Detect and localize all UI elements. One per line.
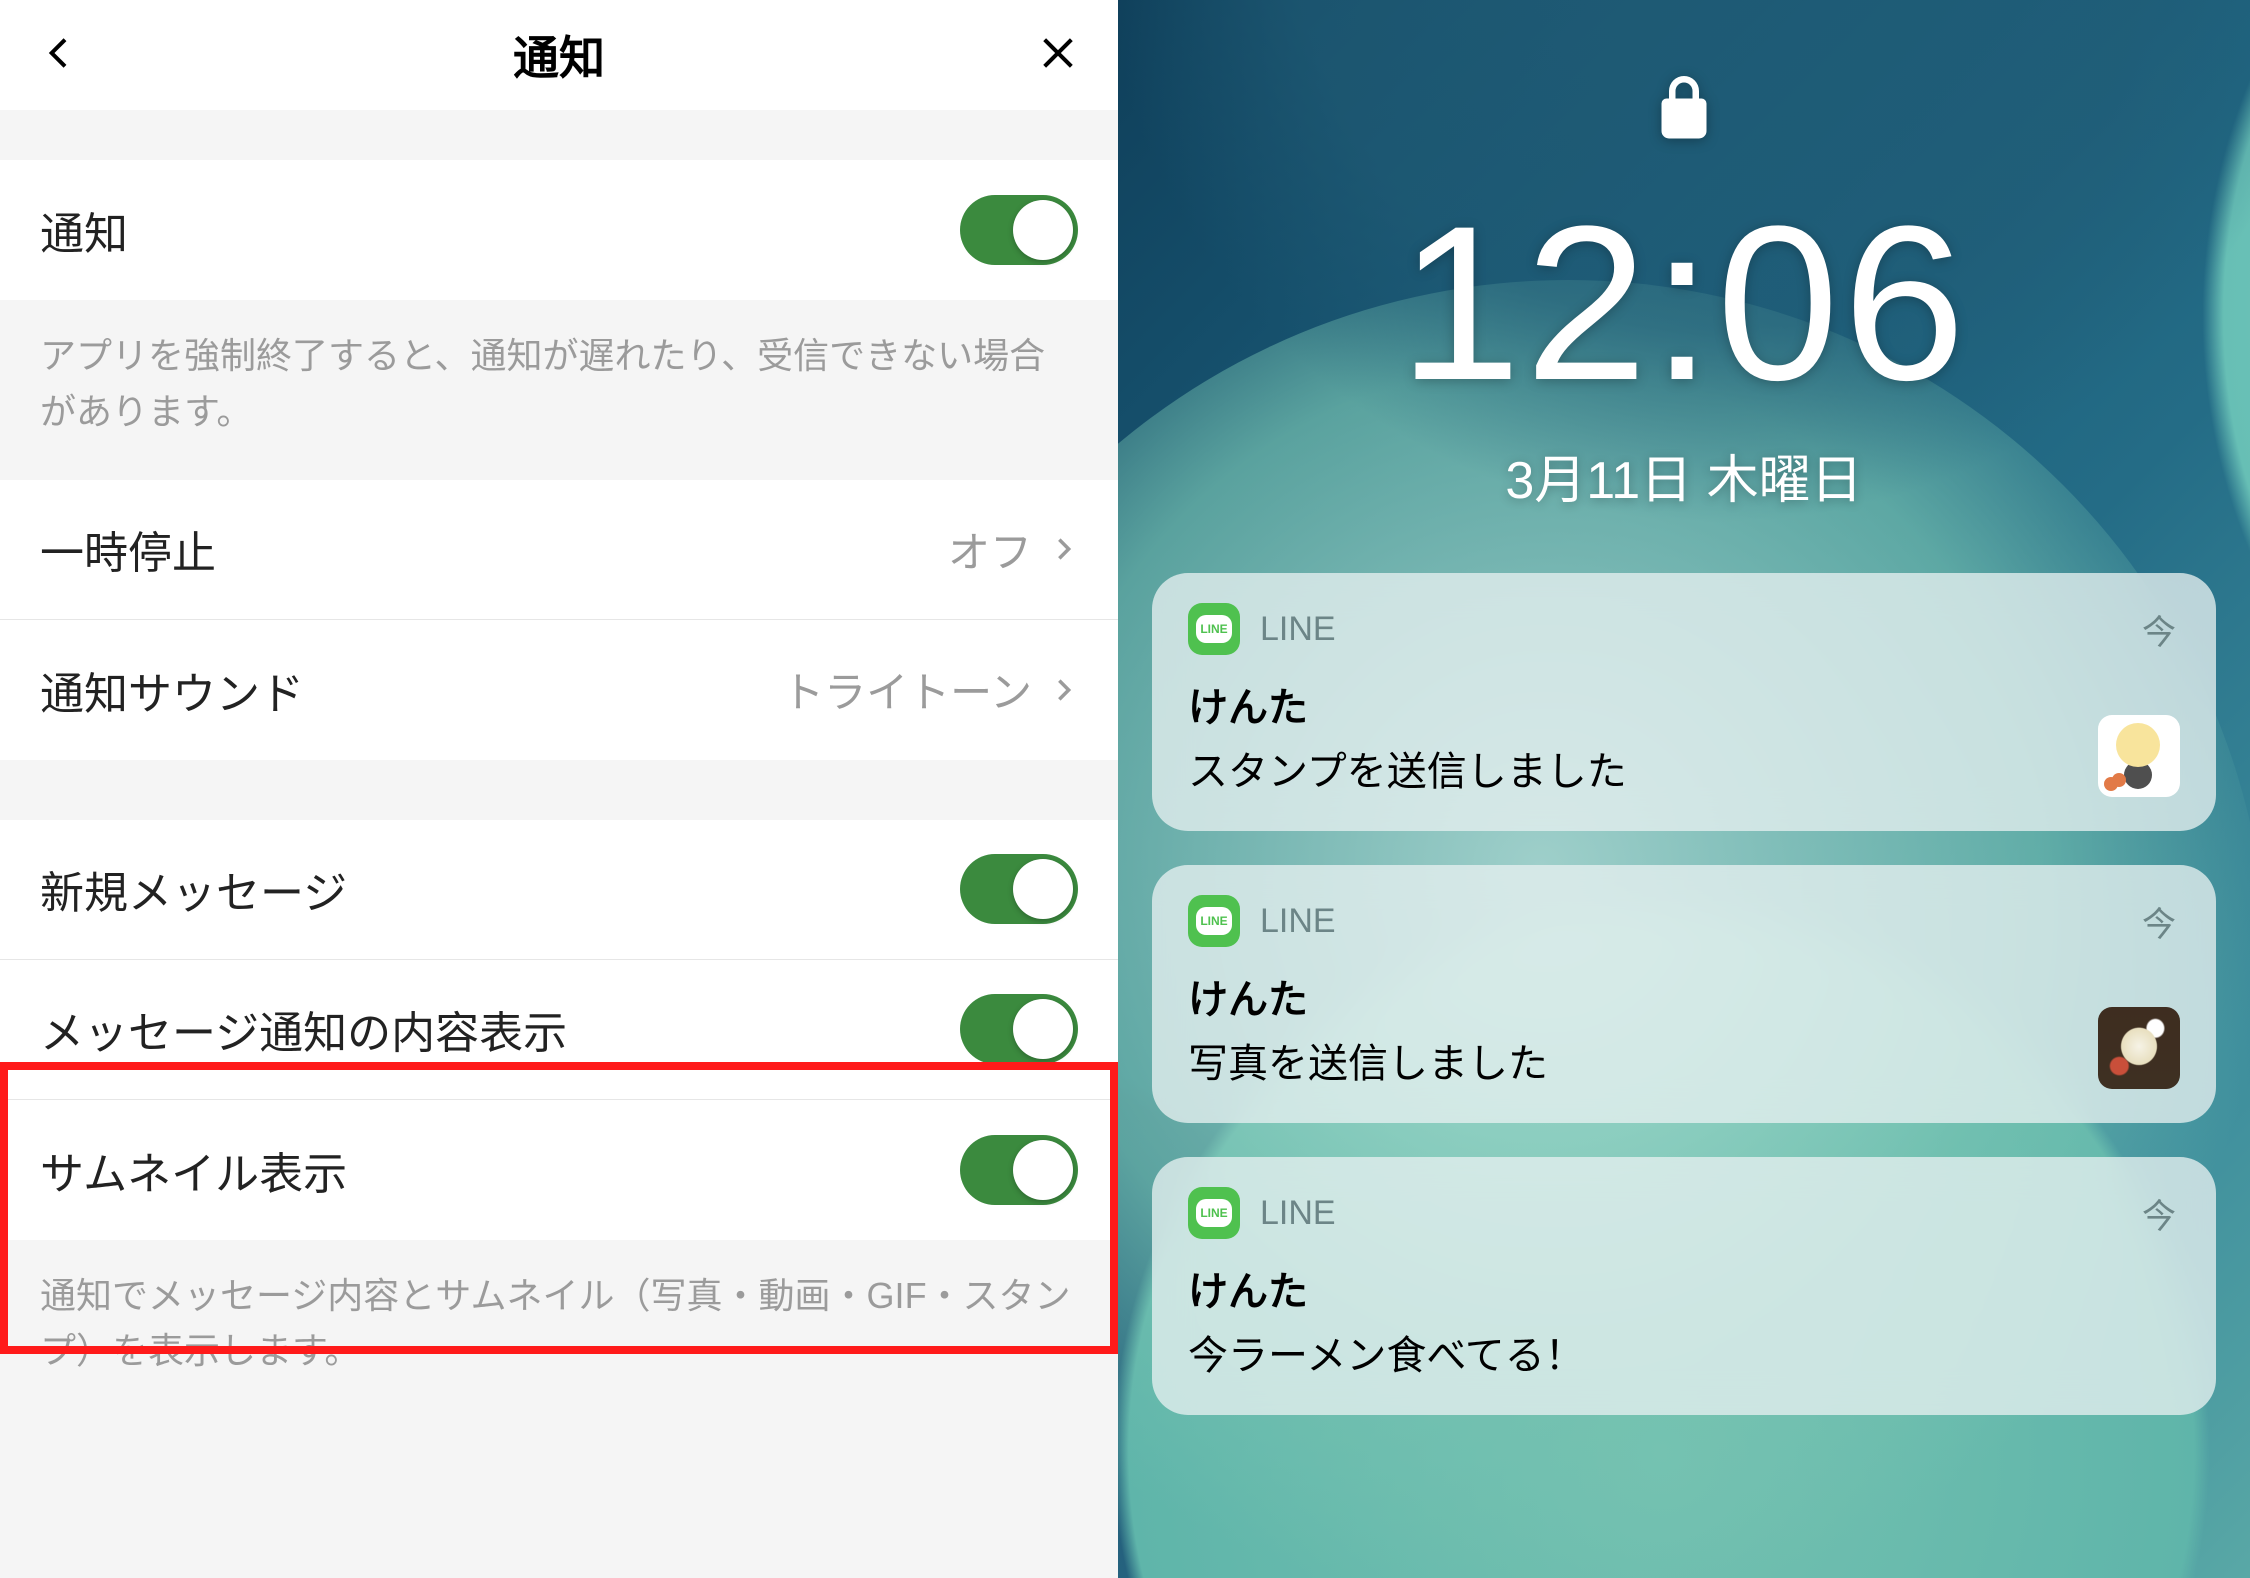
thumbnail-display-label: サムネイル表示 [40,1138,347,1202]
notification-item[interactable]: LINE LINE 今 けんた 写真を送信しました [1152,865,2216,1123]
back-button[interactable] [40,33,80,78]
content-display-toggle[interactable] [960,994,1078,1064]
chevron-right-icon [1050,525,1078,573]
new-message-label: 新規メッセージ [40,857,347,921]
notification-item[interactable]: LINE LINE 今 けんた 今ラーメン食べてる！ [1152,1157,2216,1415]
pause-label: 一時停止 [40,517,216,581]
line-app-icon: LINE [1188,603,1240,655]
notification-message: 写真を送信しました [1188,1031,2180,1089]
close-button[interactable] [1038,33,1078,78]
notifications-description: アプリを強制終了すると、通知が遅れたり、受信できない場合があります。 [0,300,1118,480]
settings-screen: 通知 通知 アプリを強制終了すると、通知が遅れたり、受信できない場合があります。… [0,0,1118,1578]
row-new-message: 新規メッセージ [0,820,1118,960]
notification-list: LINE LINE 今 けんた スタンプを送信しました LINE LINE 今 … [1118,573,2250,1415]
page-title: 通知 [513,22,605,88]
thumbnail-description: 通知でメッセージ内容とサムネイル（写真・動画・GIF・スタンプ）を表示します。 [0,1240,1118,1420]
new-message-toggle[interactable] [960,854,1078,924]
notification-message: 今ラーメン食べてる！ [1188,1323,2180,1381]
row-pause[interactable]: 一時停止 オフ [0,480,1118,620]
thumbnail-display-toggle[interactable] [960,1135,1078,1205]
notification-thumbnail-photo [2098,1007,2180,1089]
sound-value: トライトーン [782,659,1032,720]
notification-time: 今 [2142,1189,2176,1238]
pause-value: オフ [948,519,1032,580]
notification-time: 今 [2142,897,2176,946]
sound-label: 通知サウンド [40,658,304,722]
line-app-icon: LINE [1188,895,1240,947]
notification-app-name: LINE [1260,1194,1336,1233]
notification-item[interactable]: LINE LINE 今 けんた スタンプを送信しました [1152,573,2216,831]
line-app-icon: LINE [1188,1187,1240,1239]
notification-message: スタンプを送信しました [1188,739,2180,797]
chevron-right-icon [1050,666,1078,714]
notifications-toggle[interactable] [960,195,1078,265]
row-thumbnail-display: サムネイル表示 [0,1100,1118,1240]
lock-date: 3月11日 木曜日 [1505,438,1862,513]
notification-thumbnail-sticker [2098,715,2180,797]
row-sound[interactable]: 通知サウンド トライトーン [0,620,1118,760]
notification-app-name: LINE [1260,902,1336,941]
lock-screen: 12:06 3月11日 木曜日 LINE LINE 今 けんた スタンプを送信し… [1118,0,2250,1578]
notification-time: 今 [2142,605,2176,654]
notification-sender: けんた [1188,675,2180,733]
notifications-label: 通知 [40,198,128,262]
settings-header: 通知 [0,0,1118,110]
lock-time: 12:06 [1399,177,1970,430]
notification-sender: けんた [1188,1259,2180,1317]
row-content-display: メッセージ通知の内容表示 [0,960,1118,1100]
content-display-label: メッセージ通知の内容表示 [40,997,567,1061]
row-notifications: 通知 [0,160,1118,300]
lock-icon [1654,70,1714,147]
notification-sender: けんた [1188,967,2180,1025]
notification-app-name: LINE [1260,610,1336,649]
